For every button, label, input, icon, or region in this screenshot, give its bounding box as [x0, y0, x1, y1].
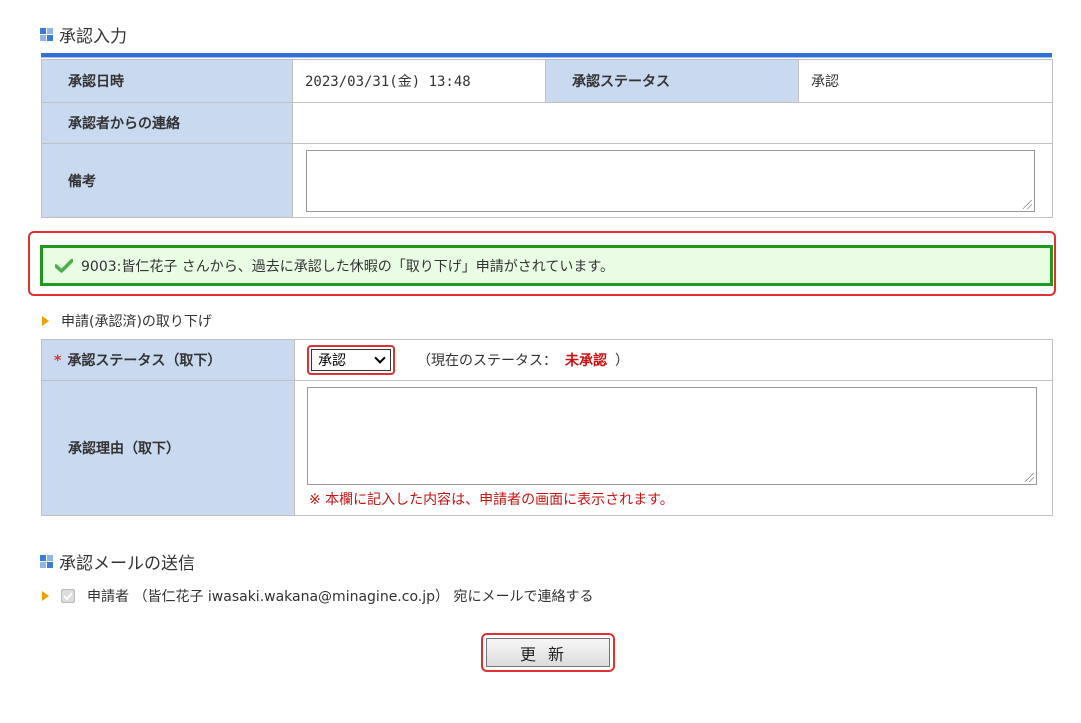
update-button-highlight-frame: 更新 — [481, 633, 615, 672]
checkbox-check-icon — [63, 592, 73, 600]
resize-grip-icon[interactable] — [1025, 473, 1034, 482]
section-header-bar — [41, 53, 1052, 58]
grid-icon — [40, 555, 53, 568]
checkmark-icon — [54, 258, 74, 273]
current-status-prefix: （現在のステータス： — [417, 353, 557, 369]
approver-message-value — [292, 102, 1053, 144]
notice-text: 9003:皆仁花子 さんから、過去に承認した休暇の「取り下げ」申請がされています… — [81, 258, 614, 275]
withdraw-reason-label: 承認理由（取下） — [41, 380, 295, 516]
select-highlight-frame: 承認 — [307, 345, 395, 375]
withdraw-section-title: 申請(承認済)の取り下げ — [42, 311, 212, 331]
withdraw-reason-textarea[interactable] — [307, 387, 1037, 485]
approval-status-label: 承認ステータス — [545, 59, 799, 103]
current-status-value: 未承認 — [565, 353, 607, 369]
reason-note: ※ 本欄に記入した内容は、申請者の画面に表示されます。 — [309, 492, 674, 508]
chevron-down-icon — [374, 352, 386, 364]
withdraw-notice: 9003:皆仁花子 さんから、過去に承認した休暇の「取り下げ」申請がされています… — [40, 245, 1053, 286]
approver-message-label: 承認者からの連絡 — [41, 102, 293, 144]
approval-date-value: 2023/03/31(金) 13:48 — [292, 59, 546, 103]
approval-date-label: 承認日時 — [41, 59, 293, 103]
mail-section-title: 承認メールの送信 — [40, 549, 195, 574]
grid-icon — [40, 28, 53, 41]
remarks-label: 備考 — [41, 143, 293, 218]
triangle-bullet-icon — [42, 591, 49, 601]
mail-recipient-text: 申請者 （皆仁花子 iwasaki.wakana@minagine.co.jp）… — [87, 589, 594, 605]
resize-grip-icon[interactable] — [1023, 199, 1032, 209]
mail-recipient-row: 申請者 （皆仁花子 iwasaki.wakana@minagine.co.jp）… — [42, 586, 593, 606]
withdraw-status-label: * 承認ステータス（取下） — [41, 339, 295, 381]
withdraw-table: * 承認ステータス（取下） 承認 （現在のステータス： 未承認 ） 承認理由（取… — [41, 339, 1053, 516]
approval-table: 承認日時 2023/03/31(金) 13:48 承認ステータス 承認 承認者か… — [41, 59, 1053, 218]
triangle-bullet-icon — [42, 316, 49, 326]
mail-recipient-checkbox[interactable] — [61, 589, 75, 603]
approval-status-value: 承認 — [798, 59, 1053, 103]
current-status-suffix: ） — [615, 353, 629, 369]
remarks-textarea[interactable] — [306, 149, 1035, 212]
update-button[interactable]: 更新 — [486, 638, 610, 667]
required-mark: * — [54, 353, 62, 369]
approval-section-title: 承認入力 — [40, 22, 127, 47]
withdraw-status-select[interactable]: 承認 — [311, 349, 391, 371]
